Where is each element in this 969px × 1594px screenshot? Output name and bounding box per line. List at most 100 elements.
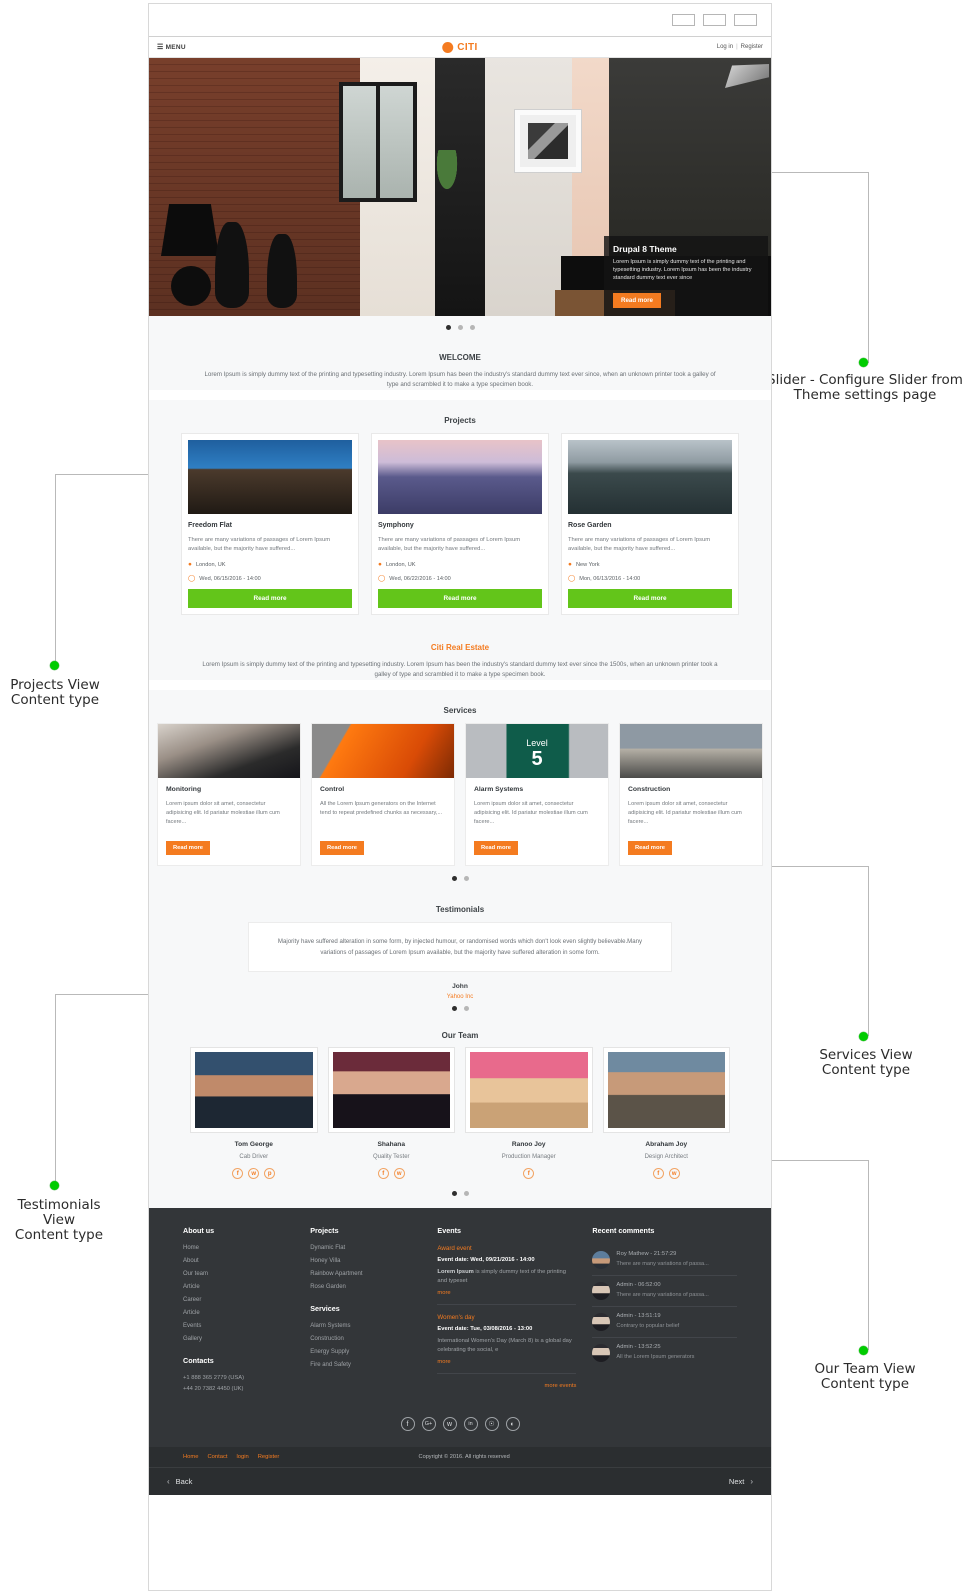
testimonials-dot-1[interactable] — [451, 1006, 457, 1011]
service-card[interactable]: Monitoring Lorem ipsum dolor sit amet, c… — [157, 723, 301, 866]
footer-link[interactable]: Rainbow Apartment — [310, 1271, 421, 1277]
event-title[interactable]: Award event — [437, 1245, 576, 1252]
pinterest-icon[interactable]: ☉ — [484, 1417, 499, 1431]
menu-toggle-button[interactable]: ☰ MENU — [157, 44, 186, 51]
footer-link[interactable]: Alarm Systems — [310, 1323, 421, 1329]
testimonials-dot-2[interactable] — [463, 1006, 469, 1011]
more-events-link[interactable]: more events — [437, 1383, 577, 1389]
service-read-more-button[interactable]: Read more — [320, 841, 364, 855]
event-more-link[interactable]: more — [437, 1290, 576, 1296]
footer-bottom-link-login[interactable]: login — [236, 1454, 248, 1460]
testimonial-author: John — [452, 983, 468, 990]
footer-link[interactable]: Home — [183, 1245, 294, 1251]
service-read-more-button[interactable]: Read more — [474, 841, 518, 855]
chrome-placeholder-box-1[interactable] — [672, 14, 695, 26]
lamp-shade-icon — [161, 204, 219, 256]
footer-link[interactable]: Fire and Safety — [310, 1362, 421, 1368]
slider-dot-3[interactable] — [469, 325, 475, 330]
project-read-more-button[interactable]: Read more — [378, 589, 542, 608]
login-link[interactable]: Log in — [717, 44, 733, 50]
testimonial-quote: Majority have suffered alteration in som… — [277, 938, 643, 956]
footer-link[interactable]: Honey Villa — [310, 1258, 421, 1264]
event-more-link[interactable]: more — [437, 1359, 576, 1365]
comment-item[interactable]: Roy Mathew - 21:57:29 There are many var… — [592, 1245, 737, 1276]
team-dot-2[interactable] — [463, 1191, 469, 1196]
clock-icon: ◯ — [568, 574, 576, 582]
comment-item[interactable]: Admin - 13:52:25 All the Lorem Ipsum gen… — [592, 1338, 737, 1368]
event-title[interactable]: Women's day — [437, 1314, 576, 1321]
team-member-role: Production Manager — [501, 1154, 556, 1160]
footer-link[interactable]: Article — [183, 1310, 294, 1316]
linkedin-icon[interactable]: in — [463, 1417, 478, 1431]
twitter-icon[interactable]: w — [393, 1168, 405, 1179]
comment-body: Admin - 13:52:25 All the Lorem Ipsum gen… — [616, 1344, 694, 1360]
footer-comments-heading: Recent comments — [592, 1226, 655, 1235]
facebook-icon[interactable]: f — [377, 1168, 389, 1179]
facebook-icon[interactable]: f — [652, 1168, 664, 1179]
service-card[interactable]: Alarm Systems Lorem ipsum dolor sit amet… — [465, 723, 609, 866]
footer-link[interactable]: Events — [183, 1323, 294, 1329]
footer-link[interactable]: Our team — [183, 1271, 294, 1277]
site-logo[interactable]: CITI — [442, 41, 478, 53]
twitter-icon[interactable]: w — [442, 1417, 457, 1431]
project-card[interactable]: Rose Garden There are many variations of… — [561, 433, 739, 615]
slider-dot-1[interactable] — [445, 325, 451, 330]
facebook-icon[interactable]: f — [400, 1417, 415, 1431]
footer-bottom-link-contact[interactable]: Contact — [207, 1454, 227, 1460]
next-button[interactable]: Next › — [729, 1477, 753, 1486]
project-date-text: Mon, 06/13/2016 - 14:00 — [579, 575, 641, 582]
register-link[interactable]: Register — [741, 44, 763, 50]
project-read-more-button[interactable]: Read more — [568, 589, 732, 608]
team-pagination-dots[interactable] — [163, 1183, 757, 1202]
testimonials-pagination-dots[interactable] — [163, 1000, 757, 1015]
footer-link[interactable]: Rose Garden — [310, 1284, 421, 1290]
team-member-card[interactable]: Tom George Cab Driver f w p — [191, 1048, 317, 1179]
comment-item[interactable]: Admin - 13:51:19 Contrary to popular bel… — [592, 1307, 737, 1338]
facebook-icon[interactable]: f — [232, 1168, 244, 1179]
project-card[interactable]: Freedom Flat There are many variations o… — [181, 433, 359, 615]
service-read-more-button[interactable]: Read more — [628, 841, 672, 855]
footer-link[interactable]: Dynamic Flat — [310, 1245, 421, 1251]
footer-link[interactable]: Article — [183, 1284, 294, 1290]
comment-item[interactable]: Admin - 06:52:00 There are many variatio… — [592, 1276, 737, 1307]
slider-pagination-dots[interactable] — [149, 316, 771, 337]
footer-link[interactable]: Career — [183, 1297, 294, 1303]
google-plus-icon[interactable]: G+ — [421, 1417, 436, 1431]
team-heading: Our Team — [441, 1031, 479, 1040]
team-member-card[interactable]: Abraham Joy Design Architect f w — [603, 1048, 729, 1179]
annotation-label-team-line1: Our Team View — [814, 1361, 916, 1377]
slider-dot-2[interactable] — [457, 325, 463, 330]
service-card[interactable]: Control All the Lorem Ipsum generators o… — [311, 723, 455, 866]
services-dot-1[interactable] — [451, 876, 457, 881]
services-pagination-dots[interactable] — [153, 872, 767, 889]
team-member-card[interactable]: Shahana Quality Tester f w — [328, 1048, 454, 1179]
project-read-more-button[interactable]: Read more — [188, 589, 352, 608]
back-button[interactable]: ‹ Back — [167, 1477, 192, 1486]
team-dot-1[interactable] — [451, 1191, 457, 1196]
footer-link[interactable]: About — [183, 1258, 294, 1264]
team-member-card[interactable]: Ranoo Joy Production Manager f — [466, 1048, 592, 1179]
annotation-endpoint-team — [859, 1346, 868, 1355]
twitter-icon[interactable]: w — [668, 1168, 680, 1179]
footer-bottom-link-register[interactable]: Register — [258, 1454, 280, 1460]
chrome-placeholder-box-3[interactable] — [734, 14, 757, 26]
service-card[interactable]: Construction Lorem ipsum dolor sit amet,… — [619, 723, 763, 866]
footer-link[interactable]: Gallery — [183, 1336, 294, 1342]
project-description: There are many variations of passages of… — [568, 537, 711, 552]
service-read-more-button[interactable]: Read more — [166, 841, 210, 855]
pinterest-icon[interactable]: p — [264, 1168, 276, 1179]
footer-link[interactable]: Construction — [310, 1336, 421, 1342]
rss-icon[interactable]: ◐ — [505, 1417, 520, 1431]
hero-slider[interactable]: Drupal 8 Theme Lorem Ipsum is simply dum… — [149, 58, 771, 316]
facebook-icon[interactable]: f — [523, 1168, 535, 1179]
service-image — [620, 724, 762, 778]
footer-bottom-link-home[interactable]: Home — [183, 1454, 198, 1460]
project-card[interactable]: Symphony There are many variations of pa… — [371, 433, 549, 615]
chrome-placeholder-box-2[interactable] — [703, 14, 726, 26]
twitter-icon[interactable]: w — [248, 1168, 260, 1179]
annotation-label-slider-line2: Theme settings page — [793, 387, 937, 403]
services-dot-2[interactable] — [463, 876, 469, 881]
footer-link[interactable]: Energy Supply — [310, 1349, 421, 1355]
slide-read-more-button[interactable]: Read more — [613, 293, 661, 308]
chevron-right-icon: › — [750, 1477, 753, 1486]
